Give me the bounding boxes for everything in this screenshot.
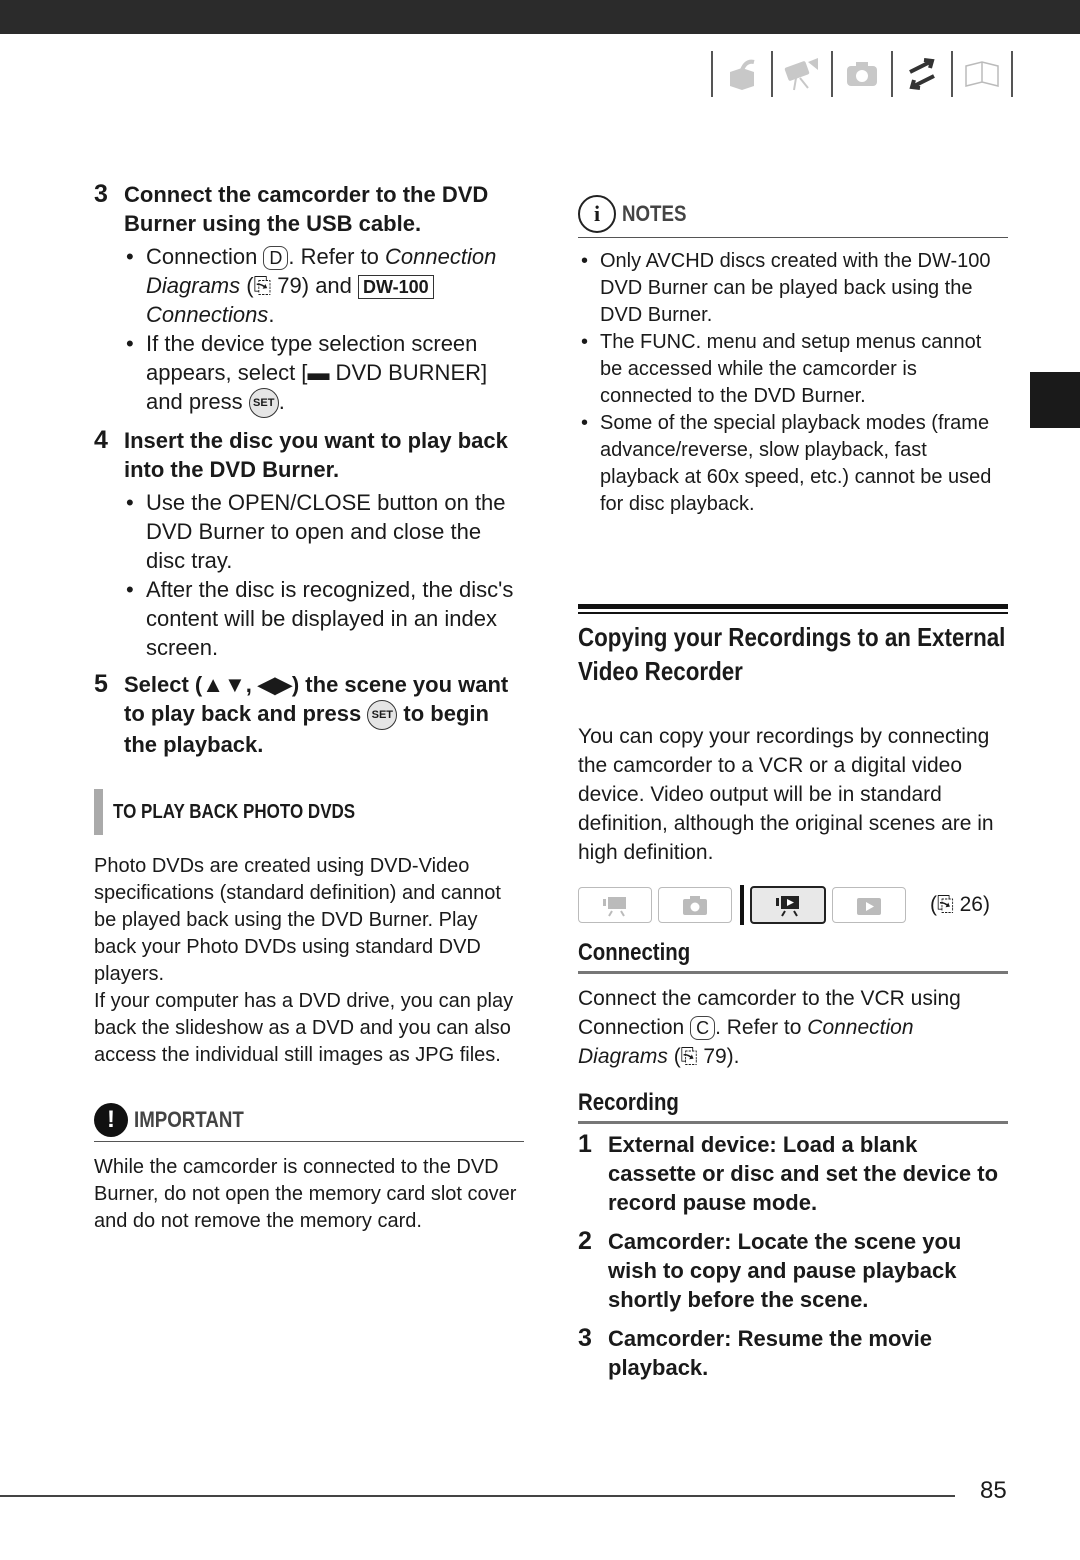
left-column: 3 Connect the camcorder to the DVD Burne… <box>94 180 524 1235</box>
set-button-icon: SET <box>367 700 398 731</box>
recording-step: 1 External device: Load a blank cassette … <box>578 1130 999 1215</box>
step-5-title: Select (▲▼, ◀▶) the scene you want to pl… <box>124 672 509 758</box>
photo-playback-icon <box>832 887 906 923</box>
page-number: 85 <box>980 1477 1007 1504</box>
chapter-tab <box>1030 372 1080 428</box>
step-4-title: Insert the disc you want to play back in… <box>124 428 508 483</box>
movie-record-icon <box>578 887 652 923</box>
photo-dvd-subheading: TO PLAY BACK PHOTO DVDS <box>94 789 524 836</box>
transfer-arrows-icon[interactable] <box>901 53 943 95</box>
exclamation-icon: ! <box>94 1103 128 1138</box>
camera-icon[interactable] <box>841 53 883 95</box>
notes-header: i NOTES <box>578 195 1008 238</box>
notes-list: Only AVCHD discs created with the DW-100… <box>578 248 1008 518</box>
important-text: While the camcorder is connected to the … <box>94 1156 517 1233</box>
list-item: Some of the special playback modes (fram… <box>578 410 1008 518</box>
set-button-icon: SET <box>248 388 279 419</box>
step-3: 3 Connect the camcorder to the DVD Burne… <box>94 180 524 238</box>
connection-d-icon: D <box>263 246 289 270</box>
section-title: Copying your Recordings to an External V… <box>578 622 1006 686</box>
camcorder-icon[interactable] <box>781 53 823 95</box>
dvd-burner-icon: ▬ <box>307 360 330 385</box>
list-item: If the device type selection screen appe… <box>124 329 524 419</box>
step-5: 5 Select (▲▼, ◀▶) the scene you want to … <box>94 670 524 759</box>
connection-c-icon: C <box>690 1016 716 1040</box>
step-4-bullets: Use the OPEN/CLOSE button on the DVD Bur… <box>124 488 524 662</box>
subheading-bar <box>94 789 103 836</box>
recording-steps: 1 External device: Load a blank cassette … <box>578 1130 1008 1382</box>
photo-dvd-paragraph-2: If your computer has a DVD drive, you ca… <box>94 990 514 1067</box>
section-nav-icons <box>703 50 1021 98</box>
step-3-bullets: Connection D. Refer to Connection Diagra… <box>124 242 524 419</box>
footer-rule <box>0 1495 955 1497</box>
right-column: i NOTES Only AVCHD discs created with th… <box>578 195 1008 1382</box>
photo-dvd-paragraph-1: Photo DVDs are created using DVD-Video s… <box>94 855 501 986</box>
recording-heading: Recording <box>578 1089 1008 1124</box>
list-item: After the disc is recognized, the disc's… <box>124 575 524 662</box>
list-item: Only AVCHD discs created with the DW-100… <box>578 248 1008 329</box>
connecting-heading: Connecting <box>578 939 1008 974</box>
dw100-tag: DW-100 <box>358 275 434 299</box>
mode-page-ref: (⎘ 26) <box>930 893 990 916</box>
intro-paragraph: You can copy your recordings by connecti… <box>578 725 994 864</box>
photo-record-icon <box>658 887 732 923</box>
list-item: The FUNC. menu and setup menus cannot be… <box>578 329 1008 410</box>
mode-icons: (⎘ 26) <box>578 885 1008 925</box>
important-header: ! IMPORTANT <box>94 1103 524 1143</box>
section-heading: Copying your Recordings to an External V… <box>578 604 1008 688</box>
step-4: 4 Insert the disc you want to play back … <box>94 426 524 484</box>
book-icon[interactable] <box>961 53 1003 95</box>
recording-step: 2 Camcorder: Locate the scene you wish to… <box>578 1227 962 1312</box>
connecting-paragraph: Connect the camcorder to the VCR using C… <box>578 987 961 1068</box>
info-icon: i <box>578 195 616 233</box>
movie-playback-icon <box>750 886 826 924</box>
list-item: Connection D. Refer to Connection Diagra… <box>124 242 524 329</box>
list-item: Use the OPEN/CLOSE button on the DVD Bur… <box>124 488 524 575</box>
top-bar <box>0 0 1080 34</box>
recording-step: 3 Camcorder: Resume the movie playback. <box>578 1324 932 1380</box>
mode-separator <box>740 885 744 925</box>
box-arrow-icon[interactable] <box>721 53 763 95</box>
step-3-title: Connect the camcorder to the DVD Burner … <box>124 182 489 236</box>
